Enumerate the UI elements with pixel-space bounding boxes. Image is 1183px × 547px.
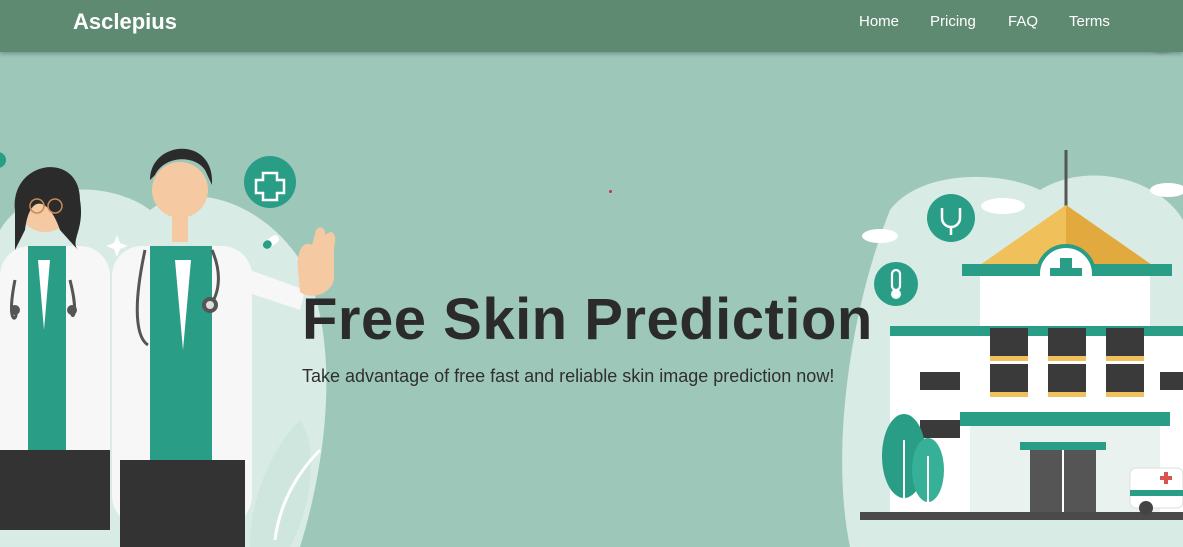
stray-dot [609,190,612,193]
doctors-illustration [0,148,336,547]
nav-link-pricing[interactable]: Pricing [930,13,976,30]
nav-link-faq[interactable]: FAQ [1008,13,1038,30]
hero-subtitle: Take advantage of free fast and reliable… [302,366,835,386]
hospital-illustration [842,150,1183,547]
thermometer-icon [874,262,918,306]
nav-links: Home Pricing FAQ Terms [0,13,1183,33]
nav-link-terms[interactable]: Terms [1069,13,1110,30]
hero-title: Free Skin Prediction [302,287,873,352]
nav-link-home[interactable]: Home [859,13,899,30]
navbar: Asclepius Home Pricing FAQ Terms [0,0,1183,52]
page: Asclepius Home Pricing FAQ Terms Free Sk… [0,0,1183,547]
